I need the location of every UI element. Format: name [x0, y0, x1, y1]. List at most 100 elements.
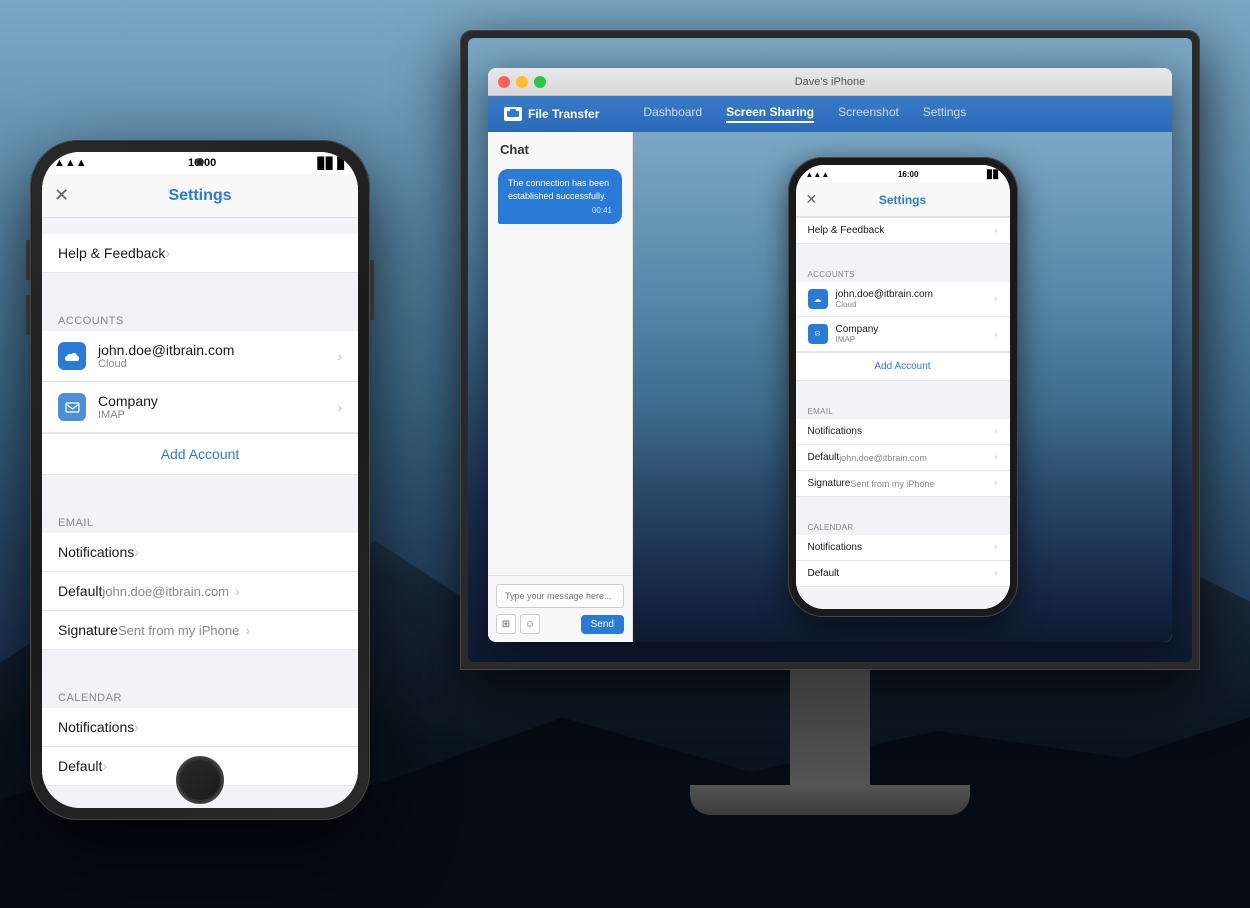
iphone-imap-email: Company [98, 393, 337, 409]
monitor-iphone-nav: ✕ Settings [796, 183, 1010, 217]
iphone-help-feedback[interactable]: Help & Feedback › [42, 234, 358, 273]
monitor: Dave's iPhone File Transfer Dashboard Sc… [440, 30, 1220, 850]
monitor-calendar-default[interactable]: Default › [796, 561, 1010, 587]
screen-sharing-area: ▲▲▲ 16:00 ▊▊ ✕ Settings [633, 132, 1172, 642]
monitor-cloud-chevron: › [994, 294, 997, 305]
window-body: Chat The connection has been established… [488, 132, 1172, 642]
nav-dashboard[interactable]: Dashboard [643, 105, 702, 123]
iphone-in-monitor-screen: ▲▲▲ 16:00 ▊▊ ✕ Settings [796, 165, 1010, 609]
iphone-cal-notif-chevron: › [134, 719, 139, 735]
iphone-settings-content: Help & Feedback › Accounts john.doe@itbr… [42, 218, 358, 808]
nav-settings[interactable]: Settings [923, 105, 966, 123]
iphone-cal-default-label: Default [58, 758, 102, 774]
iphone-divider2 [42, 475, 358, 503]
iphone-battery: ▊▊ ▊ [318, 157, 346, 170]
iphone-email-notifications[interactable]: Notifications › [42, 533, 358, 572]
chat-time: 00:41 [508, 205, 612, 216]
monitor-cloud-type: Cloud [836, 300, 933, 309]
iphone-imap-type: IMAP [98, 409, 337, 421]
monitor-screen-inner: Dave's iPhone File Transfer Dashboard Sc… [468, 38, 1192, 662]
iphone-add-account[interactable]: Add Account [42, 433, 358, 475]
chat-toolbar: ⊞ ☺ Send [496, 614, 624, 634]
monitor-cal-notif-chevron: › [994, 542, 997, 553]
iphone-account-imap[interactable]: Company IMAP › [42, 382, 358, 433]
monitor-account-imap-text: Company IMAP [836, 324, 879, 344]
iphone-home-button[interactable] [176, 756, 224, 804]
iphone-camera [196, 158, 204, 166]
iphone-email-default[interactable]: Default john.doe@itbrain.com › [42, 572, 358, 611]
iphone-help-label: Help & Feedback [58, 245, 165, 261]
chat-message: The connection has been established succ… [498, 169, 622, 224]
minimize-button[interactable] [516, 76, 528, 88]
iphone-cal-default-chevron: › [102, 758, 107, 774]
iphone-email-notif-label: Notifications [58, 544, 134, 560]
monitor-email-signature[interactable]: Signature Sent from my iPhone › [796, 471, 1010, 497]
iphone-email-signature[interactable]: Signature Sent from my iPhone › [42, 611, 358, 650]
window-controls [498, 76, 546, 88]
monitor-cal-default-chevron: › [994, 568, 997, 579]
monitor-status-time: 16:00 [898, 170, 918, 179]
window-title: Dave's iPhone [795, 76, 866, 88]
iphone-vol-down[interactable] [26, 295, 30, 335]
monitor-email-default[interactable]: Default john.doe@itbrain.com › [796, 445, 1010, 471]
iphone-help-chevron: › [165, 245, 170, 261]
chat-send-button[interactable]: Send [581, 615, 624, 634]
monitor-iphone-status-bar: ▲▲▲ 16:00 ▊▊ [796, 165, 1010, 183]
iphone-accounts-header: Accounts [42, 301, 358, 331]
monitor-calendar-notifications[interactable]: Notifications › [796, 535, 1010, 561]
monitor-stand-neck [790, 670, 870, 790]
monitor-nav-title: Settings [879, 193, 926, 207]
monitor-divider1 [796, 244, 1010, 262]
monitor-account-imap[interactable]: ✉ Company IMAP › [796, 317, 1010, 352]
maximize-button[interactable] [534, 76, 546, 88]
monitor-accounts-header: Accounts [796, 262, 1010, 282]
iphone-email-default-value: john.doe@itbrain.com [102, 584, 229, 599]
iphone-cloud-type: Cloud [98, 358, 337, 370]
monitor-iphone-content: Help & Feedback › Accounts ☁ [796, 217, 1010, 609]
iphone-account-cloud[interactable]: john.doe@itbrain.com Cloud › [42, 331, 358, 382]
monitor-help-chevron: › [994, 225, 997, 236]
iphone-mail-icon [58, 393, 86, 421]
monitor-account-cloud-text: john.doe@itbrain.com Cloud [836, 289, 933, 309]
iphone-imap-account-text: Company IMAP [98, 393, 337, 421]
iphone-signature-label: Signature [58, 622, 118, 638]
iphone-device: ▲▲▲ 16:00 ▊▊ ▊ ✕ Settings Help & Feedbac… [30, 140, 370, 820]
monitor-status-signal: ▲▲▲ [806, 170, 830, 179]
monitor-cloud-icon: ☁ [808, 289, 828, 309]
monitor-help-label: Help & Feedback [808, 225, 995, 236]
brand-icon [504, 107, 522, 121]
monitor-notif-chevron: › [994, 426, 997, 437]
nav-screen-sharing[interactable]: Screen Sharing [726, 105, 814, 123]
monitor-account-cloud[interactable]: ☁ john.doe@itbrain.com Cloud › [796, 282, 1010, 317]
monitor-add-account[interactable]: Add Account [796, 352, 1010, 381]
iphone-close-icon[interactable]: ✕ [54, 185, 69, 206]
iphone-vol-up[interactable] [26, 240, 30, 280]
monitor-imap-chevron: › [994, 329, 997, 340]
monitor-screen: Dave's iPhone File Transfer Dashboard Sc… [460, 30, 1200, 670]
chat-emoji-icon[interactable]: ☺ [520, 614, 540, 634]
chat-attach-icon[interactable]: ⊞ [496, 614, 516, 634]
iphone-email-default-chevron: › [235, 583, 240, 599]
chat-message-text: The connection has been established succ… [508, 178, 609, 201]
monitor-divider3 [796, 497, 1010, 515]
iphone-calendar-header: Calendar [42, 678, 358, 708]
iphone-email-default-label: Default [58, 583, 102, 599]
chat-panel: Chat The connection has been established… [488, 132, 633, 642]
iphone-cloud-account-text: john.doe@itbrain.com Cloud [98, 342, 337, 370]
iphone-calendar-notifications[interactable]: Notifications › [42, 708, 358, 747]
close-button[interactable] [498, 76, 510, 88]
iphone-imap-chevron: › [337, 399, 342, 415]
nav-screenshot[interactable]: Screenshot [838, 105, 899, 123]
monitor-email-notifications[interactable]: Notifications › [796, 419, 1010, 445]
monitor-imap-email: Company [836, 324, 879, 335]
chat-input[interactable] [496, 584, 624, 608]
iphone-email-notif-chevron: › [134, 544, 139, 560]
monitor-stand-base [690, 785, 970, 815]
monitor-help-cell[interactable]: Help & Feedback › [796, 217, 1010, 244]
monitor-close-icon[interactable]: ✕ [806, 191, 818, 208]
app-window: Dave's iPhone File Transfer Dashboard Sc… [488, 68, 1172, 642]
iphone-screen: ▲▲▲ 16:00 ▊▊ ▊ ✕ Settings Help & Feedbac… [42, 152, 358, 808]
iphone-power-button[interactable] [370, 260, 374, 320]
window-toolbar: File Transfer Dashboard Screen Sharing S… [488, 96, 1172, 132]
monitor-divider2 [796, 381, 1010, 399]
